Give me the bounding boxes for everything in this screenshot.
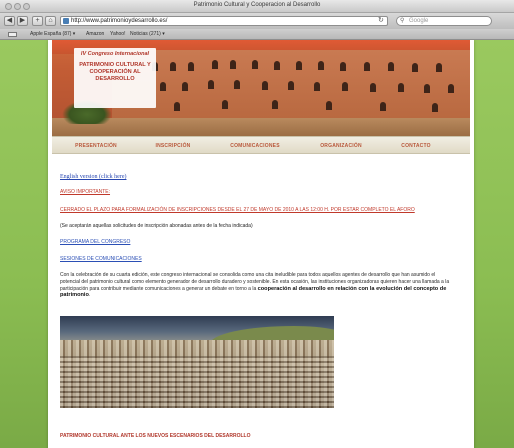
page-viewport: IV Congreso Internacional PATRIMONIO CUL… xyxy=(0,40,514,448)
nav-presentacion[interactable]: PRESENTACIÓN xyxy=(66,137,126,155)
intro-paragraph: Con la celebración de su cuarta edición,… xyxy=(60,272,456,299)
show-bookmarks-icon[interactable] xyxy=(8,32,17,37)
nav-comunicaciones[interactable]: COMUNICACIONES xyxy=(220,137,290,155)
notice-title[interactable]: AVISO IMPORTANTE: xyxy=(60,189,110,196)
search-placeholder: Google xyxy=(409,18,429,24)
programa-link[interactable]: PROGRAMA DEL CONGRESO xyxy=(60,239,130,246)
intro-end: . xyxy=(88,292,91,299)
congress-title-box: IV Congreso Internacional PATRIMONIO CUL… xyxy=(74,48,156,108)
bookmarks-bar: Apple España (87) ▾ Amazon Yahoo! Notici… xyxy=(0,29,514,40)
banner-photo xyxy=(112,50,470,122)
home-icon: ⌂ xyxy=(48,17,53,24)
back-button[interactable]: ◀ xyxy=(4,16,15,26)
header-banner: IV Congreso Internacional PATRIMONIO CUL… xyxy=(52,40,470,136)
reload-icon[interactable]: ↻ xyxy=(378,17,384,24)
browser-window: Patrimonio Cultural y Cooperacion al Des… xyxy=(0,0,514,448)
favicon-icon xyxy=(63,18,69,24)
browser-toolbar: ◀ ▶ + ⌂ http://www.patrimonioydesarrollo… xyxy=(0,13,514,29)
congress-edition: IV Congreso Internacional xyxy=(80,51,150,57)
web-page: IV Congreso Internacional PATRIMONIO CUL… xyxy=(48,40,474,448)
add-bookmark-button[interactable]: + xyxy=(32,16,43,26)
bookmark-yahoo[interactable]: Yahoo! xyxy=(110,29,125,40)
url-bar[interactable]: http://www.patrimonioydesarrollo.es/ ↻ xyxy=(60,16,388,26)
forward-button[interactable]: ▶ xyxy=(17,16,28,26)
notice-text[interactable]: CERRADO EL PLAZO PARA FORMALIZACIÓN DE I… xyxy=(60,207,415,214)
nav-inscripcion[interactable]: INSCRIPCIÓN xyxy=(148,137,198,155)
bookmark-amazon[interactable]: Amazon xyxy=(86,29,104,40)
bookmark-noticias[interactable]: Noticias (271) ▾ xyxy=(130,29,165,40)
granada-photo xyxy=(60,316,334,408)
window-title: Patrimonio Cultural y Cooperacion al Des… xyxy=(193,2,321,8)
english-version-link[interactable]: English version (click here) xyxy=(60,174,126,181)
search-icon: ⚲ xyxy=(400,18,405,24)
section-title: PATRIMONIO CULTURAL ANTE LOS NUEVOS ESCE… xyxy=(60,433,251,439)
congress-title: PATRIMONIO CULTURAL Y COOPERACIÓN AL DES… xyxy=(79,62,151,82)
nav-contacto[interactable]: CONTACTO xyxy=(390,137,442,155)
sesiones-link[interactable]: SESIONES DE COMUNICACIONES xyxy=(60,256,142,263)
title-bar: Patrimonio Cultural y Cooperacion al Des… xyxy=(0,0,514,13)
site-icon-button[interactable]: ⌂ xyxy=(45,16,56,26)
nav-organizacion[interactable]: ORGANIZACIÓN xyxy=(310,137,372,155)
notice-note: (Se aceptarán aquellas solicitudes de in… xyxy=(60,223,253,229)
url-text: http://www.patrimonioydesarrollo.es/ xyxy=(71,18,168,24)
main-nav: PRESENTACIÓN INSCRIPCIÓN COMUNICACIONES … xyxy=(52,136,470,154)
bookmark-apple[interactable]: Apple España (87) ▾ xyxy=(30,29,75,40)
search-input[interactable]: ⚲ Google xyxy=(396,16,492,26)
